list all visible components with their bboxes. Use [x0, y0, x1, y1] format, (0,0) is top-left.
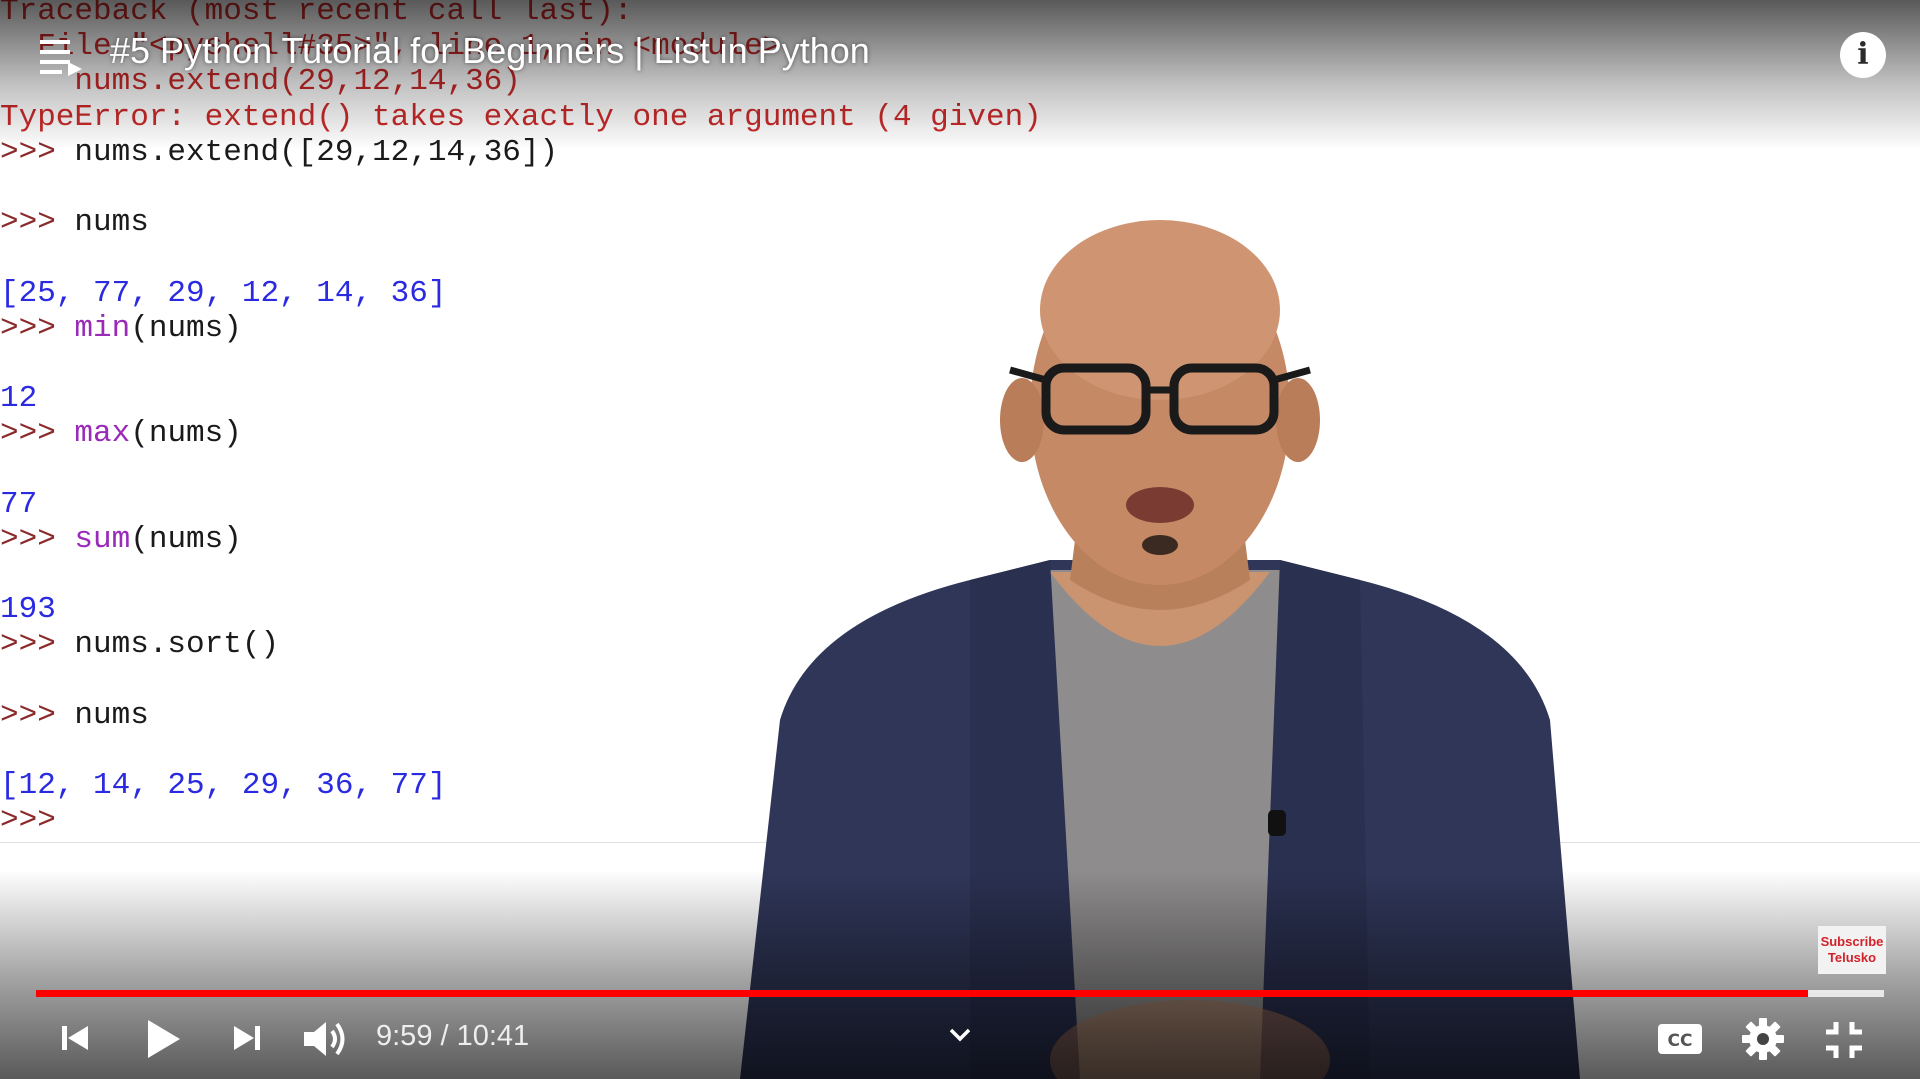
presenter-image — [740, 220, 1580, 1079]
progress-bar[interactable] — [36, 990, 1884, 997]
shell-line: TypeError: extend() takes exactly one ar… — [0, 100, 1042, 135]
shell-prompt: >>> — [0, 416, 75, 452]
builtin-function: max — [74, 416, 131, 452]
builtin-function: min — [74, 310, 131, 346]
shell-prompt: >>> — [0, 627, 75, 663]
output-text: [25, 77, 29, 12, 14, 36] — [0, 275, 447, 311]
shell-prompt: >>> — [0, 521, 75, 557]
chevron-down-icon[interactable] — [946, 1024, 974, 1046]
cc-label: CC — [1668, 1031, 1693, 1051]
output-text: [12, 14, 25, 29, 36, 77] — [0, 768, 447, 804]
play-icon[interactable] — [140, 1014, 186, 1064]
closed-captions-icon[interactable]: CC — [1656, 1020, 1704, 1058]
gear-icon[interactable] — [1740, 1016, 1786, 1062]
channel-name: Telusko — [1827, 950, 1877, 965]
output-text: 12 — [0, 381, 38, 417]
playlist-icon[interactable] — [38, 36, 84, 78]
subscribe-watermark[interactable]: Subscribe Telusko — [1818, 926, 1886, 974]
video-title[interactable]: #5 Python Tutorial for Beginners | List … — [110, 30, 870, 72]
shell-prompt: >>> — [0, 697, 75, 733]
next-icon[interactable] — [226, 1018, 266, 1058]
shell-prompt: >>> — [0, 134, 75, 170]
shell-line: Traceback (most recent call last): — [0, 0, 1042, 29]
info-icon: i — [1857, 37, 1869, 72]
shell-prompt: >>> — [0, 205, 75, 241]
video-frame[interactable]: Traceback (most recent call last): File … — [0, 0, 1920, 1079]
builtin-function: sum — [74, 521, 131, 557]
info-button[interactable]: i — [1840, 32, 1886, 78]
volume-icon[interactable] — [300, 1014, 354, 1064]
command-text: (nums) — [130, 521, 242, 557]
error-text: TypeError: extend() takes exactly one ar… — [0, 99, 1042, 135]
previous-icon[interactable] — [56, 1018, 96, 1058]
command-text: (nums) — [130, 416, 242, 452]
output-text: 193 — [0, 592, 56, 628]
exit-fullscreen-icon[interactable] — [1822, 1018, 1866, 1062]
command-text: nums.extend([29,12,14,36]) — [74, 134, 559, 170]
subscribe-text: Subscribe — [1820, 934, 1884, 949]
shell-prompt: >>> — [0, 803, 56, 839]
error-text: Traceback (most recent call last): — [0, 0, 633, 29]
command-text: (nums) — [130, 310, 242, 346]
command-text: nums — [74, 205, 149, 241]
output-text: 77 — [0, 486, 38, 522]
progress-played — [36, 990, 1809, 997]
shell-prompt: >>> — [0, 310, 75, 346]
command-text: nums.sort() — [74, 627, 280, 663]
time-display: 9:59 / 10:41 — [376, 1020, 530, 1052]
shell-line: >>> nums.extend([29,12,14,36]) — [0, 135, 1042, 170]
command-text: nums — [74, 697, 149, 733]
